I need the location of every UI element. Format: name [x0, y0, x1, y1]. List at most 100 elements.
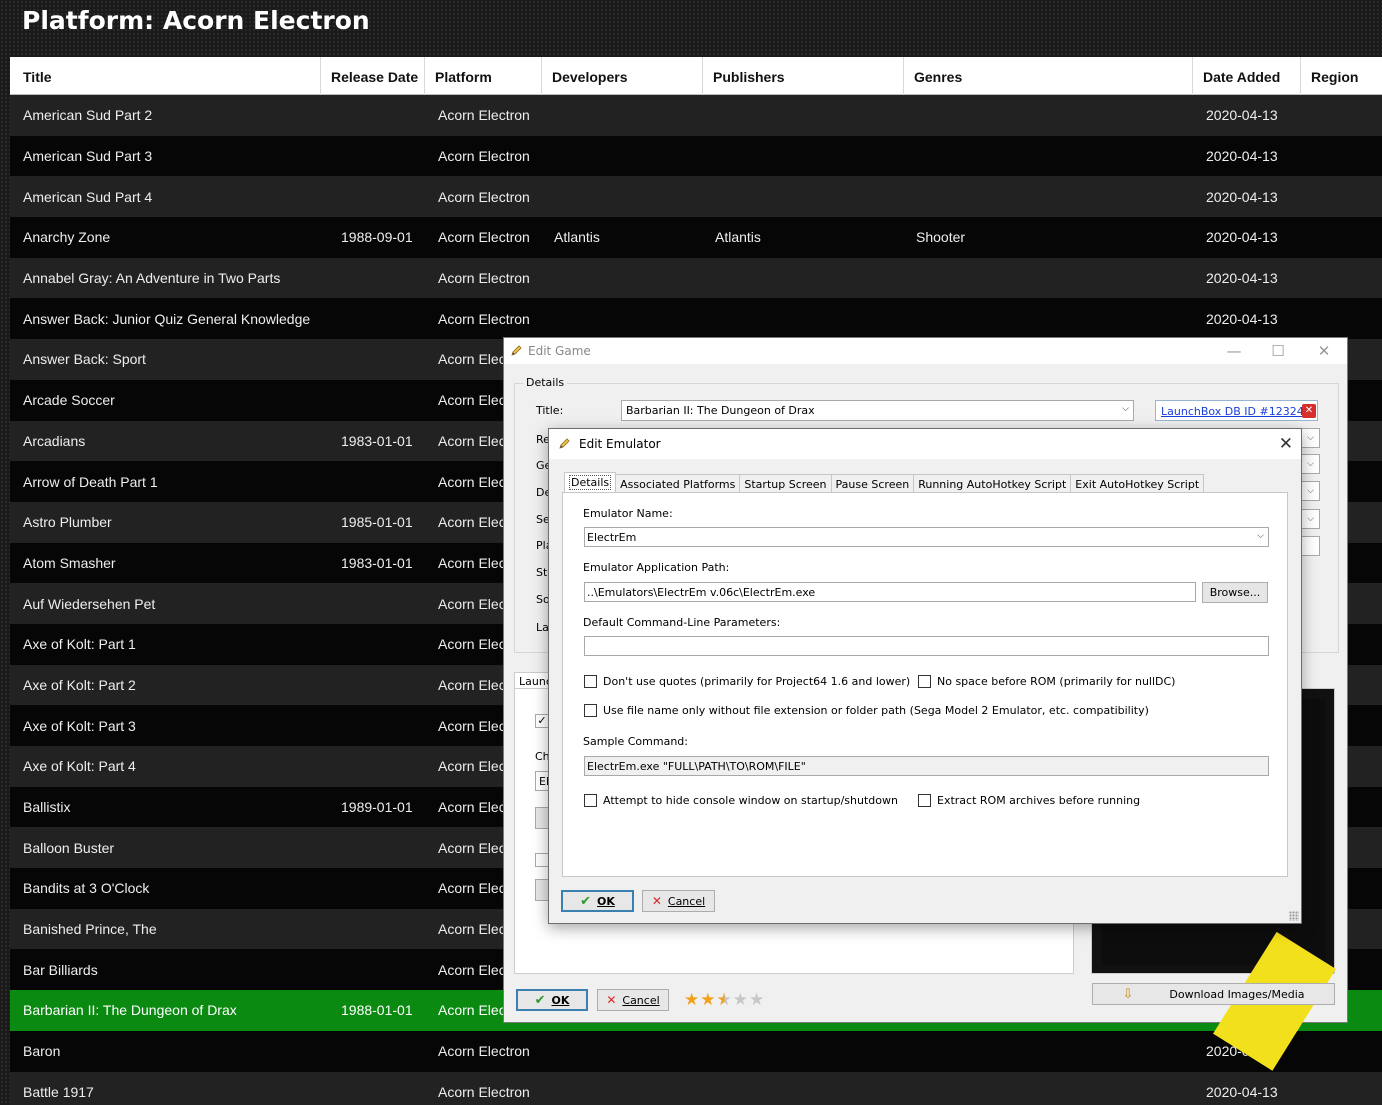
hide-console-checkbox[interactable]: Attempt to hide console window on startu… [584, 794, 898, 807]
column-header-title[interactable]: Title [10, 57, 321, 95]
tab-associated-platforms[interactable]: Associated Platforms [615, 474, 741, 493]
combo-arrow[interactable]: ⌵ [1301, 454, 1320, 474]
table-row[interactable]: American Sud Part 2 Acorn Electron 2020-04… [10, 95, 1382, 136]
table-row[interactable]: Battle 1917 Acorn Electron 2020-04-13 [10, 1071, 1382, 1105]
maximize-icon[interactable]: ☐ [1263, 341, 1293, 361]
edit-game-titlebar[interactable]: Edit Game — ☐ ✕ [504, 338, 1347, 364]
launch-label-partial: La [536, 621, 549, 634]
application-path-input[interactable]: ..\Emulators\ElectrEm v.06c\ElectrEm.exe [584, 582, 1196, 602]
close-icon[interactable]: ✕ [1309, 341, 1339, 361]
download-arrow-icon: ⇩ [1122, 986, 1134, 1002]
cell-dev: Atlantis [554, 229, 600, 246]
column-header-region[interactable]: Region [1301, 57, 1382, 95]
half-star-icon[interactable]: ★ [717, 992, 732, 1009]
table-row[interactable]: BaronAcorn Electron2020-04-13 [10, 1030, 1382, 1072]
close-icon[interactable]: ✕ [1279, 434, 1293, 454]
cell-title: Answer Back: Sport [23, 351, 146, 368]
resize-grip-icon[interactable] [1289, 911, 1299, 921]
tab-details[interactable]: Details [564, 472, 617, 493]
grid-header: Title Release Date Platform Developers P… [10, 57, 1382, 95]
cell-platform: Acorn Electron [438, 148, 530, 165]
star-icon[interactable]: ★ [749, 992, 764, 1009]
table-row[interactable]: Annabel Gray: An Adventure in Two Parts A… [10, 257, 1382, 299]
cell-title: Bar Billiards [23, 961, 98, 978]
checkbox-unchecked[interactable] [535, 853, 549, 867]
cell-platform: Acorn Electron [438, 229, 530, 246]
table-row[interactable]: Anarchy Zone 1988-09-01 Acorn Electron Atla… [10, 217, 1382, 258]
cell-added: 2020-04-13 [1206, 188, 1278, 205]
edit-emulator-ok-button[interactable]: ✔ OK [561, 890, 634, 912]
checkbox-checked[interactable]: ✓ [535, 714, 549, 728]
table-row[interactable]: American Sud Part 3 Acorn Electron 2020-04… [10, 135, 1382, 177]
launchbox-db-link[interactable]: LaunchBox DB ID #123241 [1155, 400, 1318, 421]
cell-title: Annabel Gray: An Adventure in Two Parts [23, 270, 281, 287]
cell-added: 2020-04-13 [1206, 310, 1278, 327]
edit-game-ok-button[interactable]: ✔ OK [516, 989, 588, 1011]
cell-pub: Atlantis [715, 229, 761, 246]
remove-db-link-icon[interactable]: ✕ [1302, 404, 1316, 418]
star-icon[interactable]: ★ [684, 992, 699, 1009]
title-combobox[interactable]: Barbarian II: The Dungeon of Drax ⌵ [621, 400, 1134, 421]
checkbox-label: Use file name only without file extensio… [603, 704, 1149, 717]
minimize-icon[interactable]: — [1219, 341, 1249, 361]
cell-title: Balloon Buster [23, 839, 115, 856]
table-row[interactable]: Answer Back: Junior Quiz General Knowled… [10, 298, 1382, 340]
browse-button[interactable]: Browse... [1202, 582, 1268, 603]
edit-game-title: Edit Game [528, 344, 591, 358]
table-row[interactable]: American Sud Part 4 Acorn Electron 2020-04… [10, 176, 1382, 218]
column-header-developers[interactable]: Developers [542, 57, 703, 95]
title-label: Title: [536, 404, 564, 417]
pencil-icon [559, 438, 570, 449]
tab-pause-screen[interactable]: Pause Screen [830, 474, 915, 493]
cell-title: Banished Prince, The [23, 921, 157, 938]
tab-running-autohotkey[interactable]: Running AutoHotkey Script [913, 474, 1072, 493]
checkbox-box[interactable] [584, 675, 597, 688]
file-name-only-checkbox[interactable]: Use file name only without file extensio… [584, 704, 1149, 717]
cell-platform: Acorn Electron [438, 107, 530, 124]
tab-exit-autohotkey[interactable]: Exit AutoHotkey Script [1070, 474, 1205, 493]
combo-arrow[interactable]: ⌵ [1301, 509, 1320, 529]
checkbox-box[interactable] [584, 794, 597, 807]
edit-emulator-cancel-button[interactable]: ✕ Cancel [642, 890, 715, 912]
cell-added: 2020-04-13 [1206, 270, 1278, 287]
command-line-input[interactable] [584, 636, 1269, 656]
download-images-button[interactable]: ⇩ Download Images/Media [1092, 983, 1335, 1005]
edit-game-cancel-button[interactable]: ✕ Cancel [597, 989, 669, 1011]
chevron-down-icon[interactable]: ⌵ [1122, 404, 1129, 414]
tab-startup-screen[interactable]: Startup Screen [739, 474, 832, 493]
cell-title: Baron [23, 1043, 61, 1060]
details-group-label: Details [523, 376, 568, 389]
dont-use-quotes-checkbox[interactable]: Don't use quotes (primarily for Project6… [584, 675, 910, 688]
ok-label: OK [597, 894, 615, 908]
cell-title: Answer Back: Junior Quiz General Knowled… [23, 310, 311, 327]
column-header-publishers[interactable]: Publishers [703, 57, 904, 95]
cancel-x-icon: ✕ [651, 894, 662, 908]
checkmark-icon: ✔ [580, 893, 592, 909]
combo-arrow[interactable]: ⌵ [1301, 428, 1320, 448]
cell-platform: Acorn Electron [438, 1083, 530, 1100]
column-header-release-date[interactable]: Release Date [321, 57, 425, 95]
edit-emulator-title: Edit Emulator [579, 437, 661, 451]
column-header-platform[interactable]: Platform [425, 57, 542, 95]
cell-title: Ballistix [23, 799, 71, 816]
checkbox-box[interactable] [918, 675, 931, 688]
column-header-date-added[interactable]: Date Added [1193, 57, 1301, 95]
column-header-genres[interactable]: Genres [904, 57, 1193, 95]
no-space-before-rom-checkbox[interactable]: No space before ROM (primarily for nullD… [918, 675, 1175, 688]
star-icon[interactable]: ★ [733, 992, 748, 1009]
cell-platform: Acorn Electron [438, 1043, 530, 1060]
combo-arrow[interactable]: ⌵ [1301, 481, 1320, 501]
checkbox-label: Don't use quotes (primarily for Project6… [603, 675, 911, 688]
rating-stars[interactable]: ★ ★ ★ ★ ★ [684, 992, 764, 1009]
cell-added: 2020-04-13 [1206, 229, 1278, 246]
star-icon[interactable]: ★ [700, 992, 715, 1009]
chevron-down-icon[interactable]: ⌵ [1257, 531, 1264, 541]
emulator-name-combobox[interactable]: ElectrEm ⌵ [584, 527, 1269, 547]
checkbox-box[interactable] [584, 704, 597, 717]
cell-release: 1988-01-01 [341, 1002, 413, 1019]
extract-rom-archives-checkbox[interactable]: Extract ROM archives before running [918, 794, 1140, 807]
cell-platform: Acorn Electron [438, 310, 530, 327]
checkbox-box[interactable] [918, 794, 931, 807]
edit-emulator-titlebar[interactable]: Edit Emulator ✕ [549, 429, 1301, 459]
text-input-stub[interactable] [1301, 536, 1320, 556]
